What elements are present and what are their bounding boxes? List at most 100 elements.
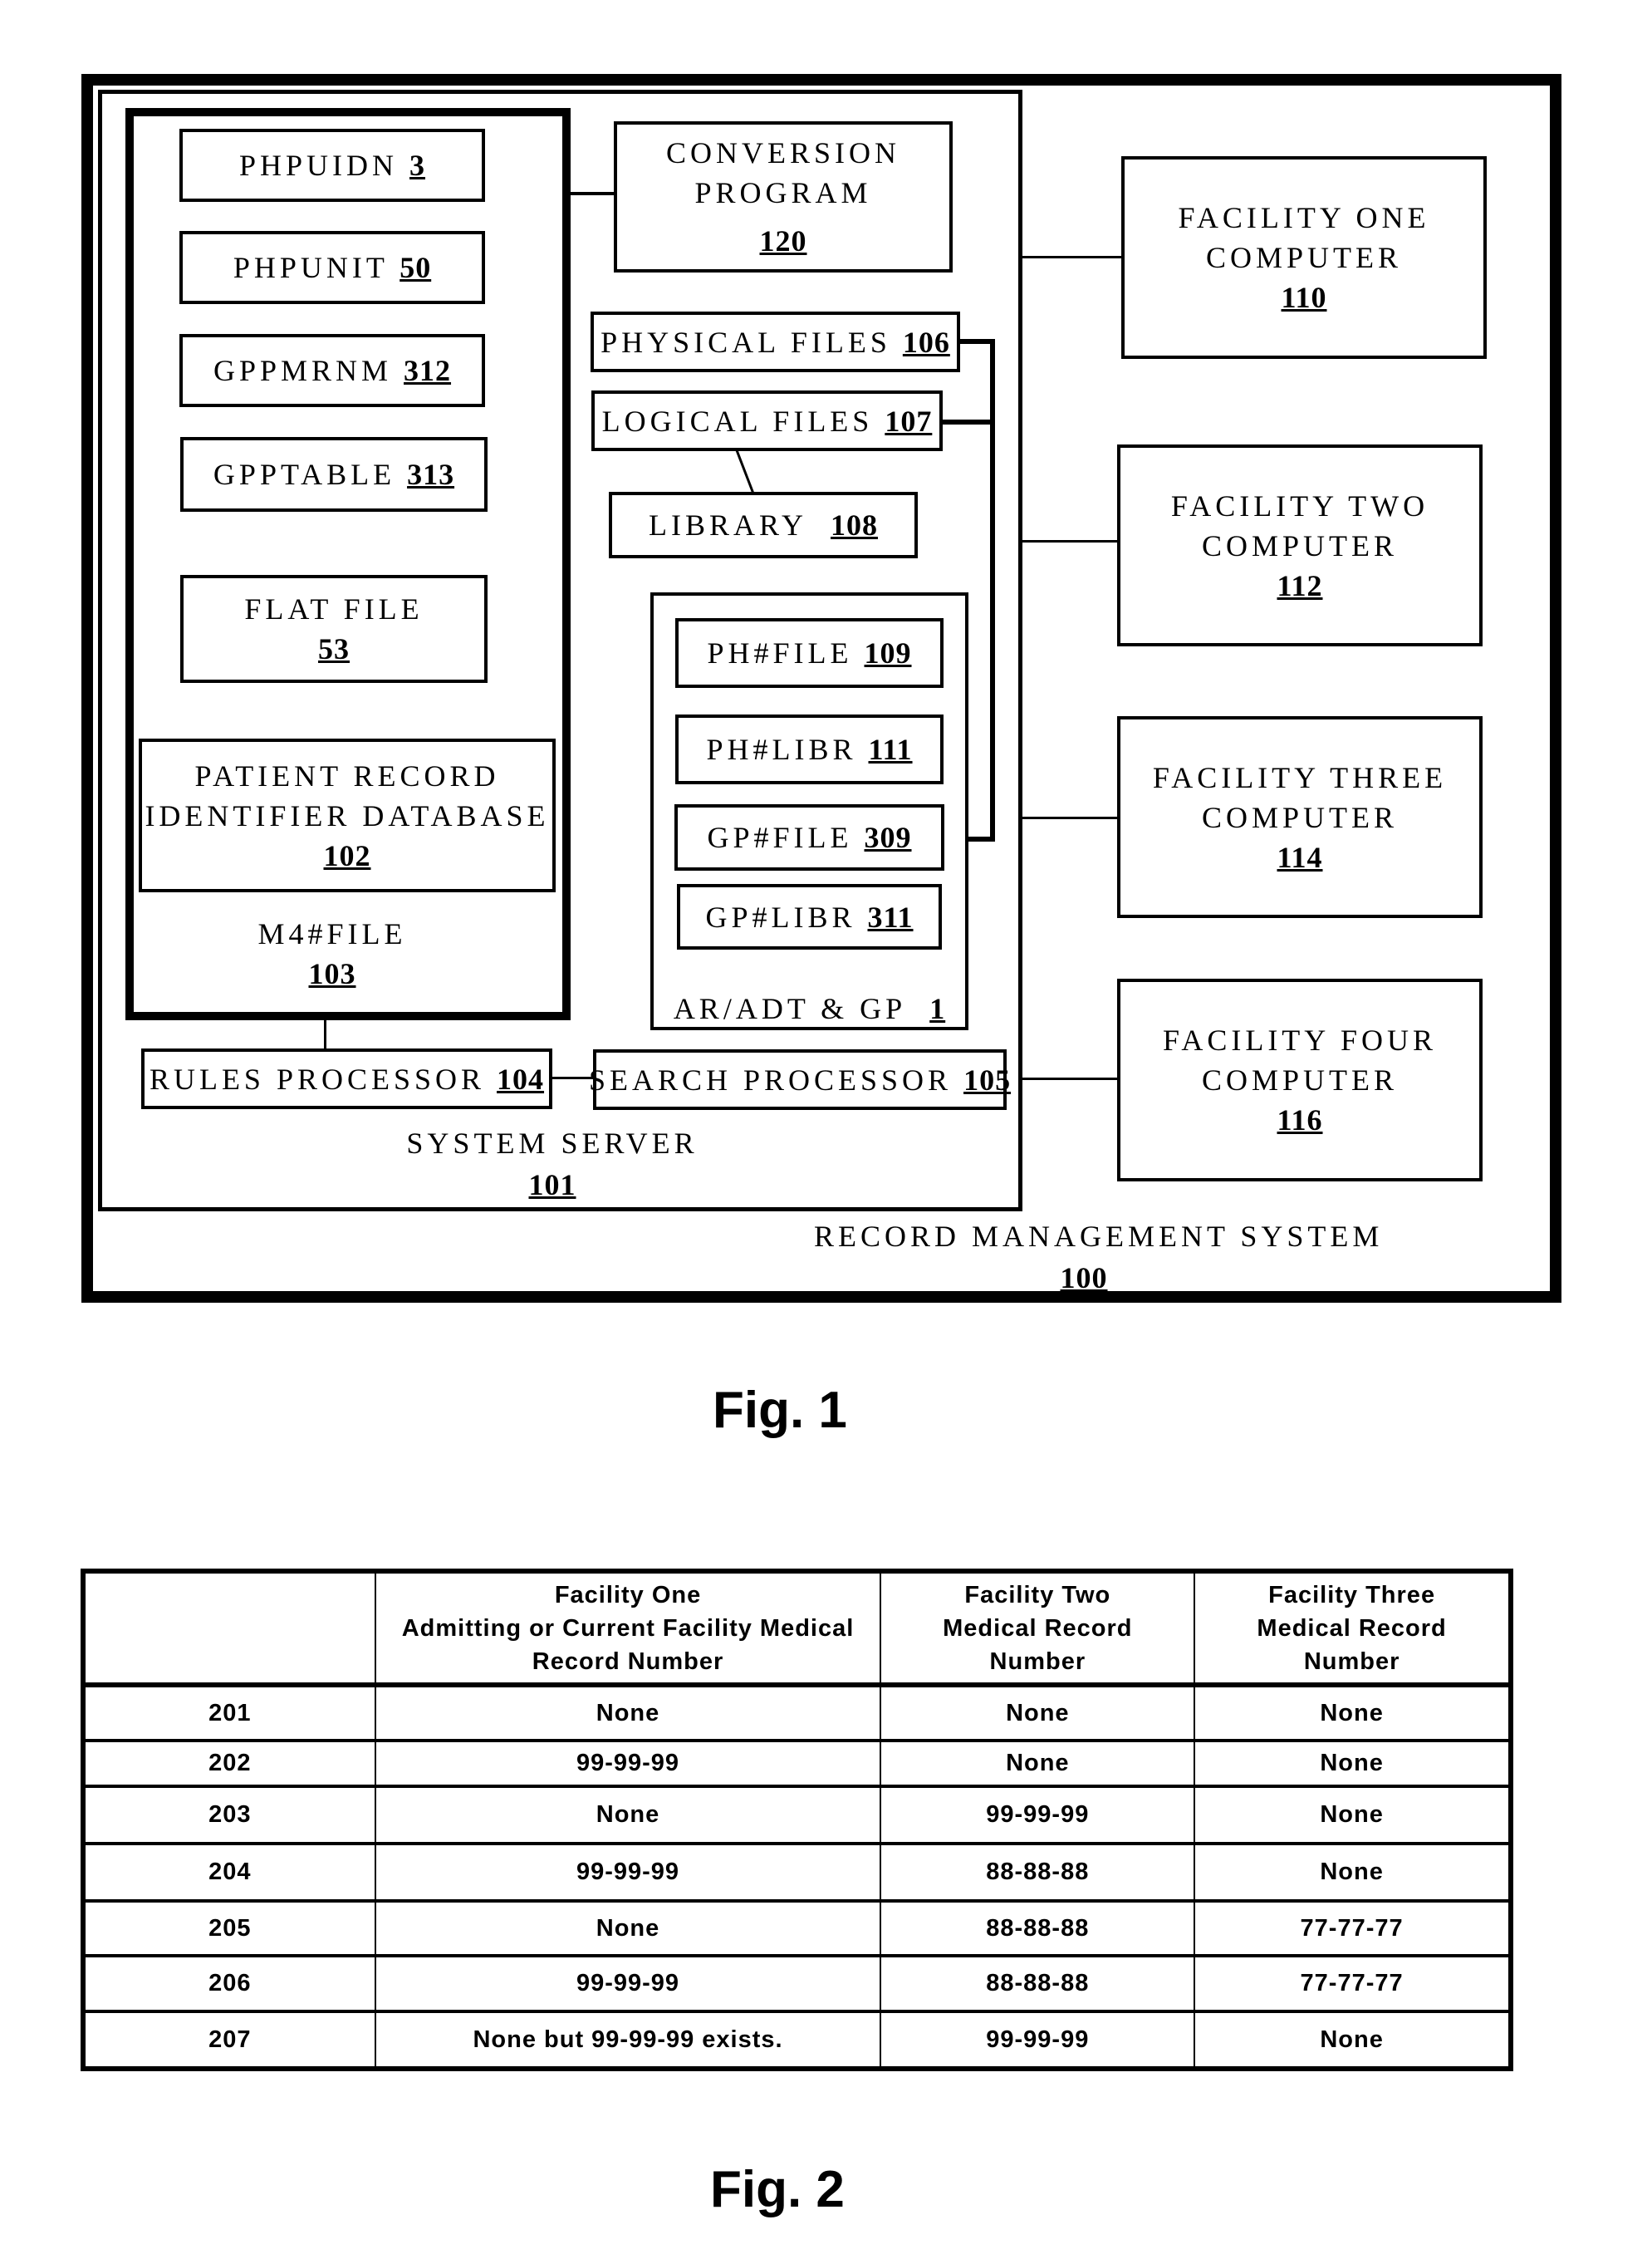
bracket-logical xyxy=(943,420,995,425)
gp-file-box: GP#FILE 309 xyxy=(674,804,944,871)
search-processor-box: SEARCH PROCESSOR 105 xyxy=(589,1049,1010,1110)
figure-2-caption: Fig. 2 xyxy=(710,2161,845,2218)
patient-db-ref: 102 xyxy=(323,838,371,872)
column-header-line: Medical Record xyxy=(1257,1614,1447,1642)
gp-libr-label: GP#LIBR xyxy=(705,900,856,934)
gp-libr-box: GP#LIBR 311 xyxy=(677,884,942,950)
library-label: LIBRARY xyxy=(648,508,808,542)
search-processor-ref: 105 xyxy=(963,1063,1012,1097)
facility-four-line1: FACILITY FOUR xyxy=(1162,1024,1437,1057)
record-number-cell: 99-99-99 xyxy=(374,1842,882,1903)
conversion-ref: 120 xyxy=(759,224,807,258)
record-number-cell: None xyxy=(880,1739,1196,1788)
gpptable-box: GPPTABLE 313 xyxy=(180,437,488,512)
facility-three-box: FACILITY THREE COMPUTER 114 xyxy=(1117,716,1483,918)
column-header-line: Record Number xyxy=(532,1648,724,1675)
physical-files-ref: 106 xyxy=(902,325,950,359)
row-id-cell: 204 xyxy=(82,1842,376,1903)
ar-adt-caption: AR/ADT & GP 1 xyxy=(650,989,968,1029)
table-row: 206 99-99-99 88-88-88 77-77-77 xyxy=(82,1954,1512,2013)
column-header-line: Number xyxy=(1303,1648,1400,1675)
record-number-cell: None xyxy=(374,1899,882,1957)
phpunit-ref: 50 xyxy=(400,251,432,284)
conversion-line2: PROGRAM xyxy=(694,176,872,209)
library-ref: 108 xyxy=(831,508,879,542)
record-management-caption: RECORD MANAGEMENT SYSTEM 100 xyxy=(814,1215,1379,1298)
row-id-cell: 205 xyxy=(82,1899,376,1957)
connector-m4-conversion xyxy=(571,192,614,195)
ph-libr-label: PH#LIBR xyxy=(706,733,857,766)
column-header: Facility One Admitting or Current Facilit… xyxy=(374,1569,882,1687)
facility-two-ref: 112 xyxy=(1277,568,1323,602)
flat-file-ref: 53 xyxy=(318,632,350,665)
facility-two-line1: FACILITY TWO xyxy=(1170,489,1429,523)
rules-processor-ref: 104 xyxy=(497,1062,545,1096)
connector-m4-rules xyxy=(324,1020,326,1048)
physical-files-box: PHYSICAL FILES 106 xyxy=(591,312,960,372)
record-number-cell: None xyxy=(374,1683,882,1742)
gp-file-ref: 309 xyxy=(864,821,912,854)
record-number-cell: None but 99-99-99 exists. xyxy=(374,2010,882,2070)
row-id-cell: 203 xyxy=(82,1785,376,1845)
column-header-line: Number xyxy=(989,1648,1086,1675)
table-row: 207 None but 99-99-99 exists. 99-99-99 None xyxy=(82,2010,1512,2070)
table-row: 201 None None None xyxy=(82,1683,1512,1742)
record-number-cell: None xyxy=(1194,2010,1512,2070)
ph-file-box: PH#FILE 109 xyxy=(675,618,944,688)
record-number-cell: 88-88-88 xyxy=(880,1954,1196,2013)
conversion-program-box: CONVERSION PROGRAM 120 xyxy=(614,121,953,273)
record-number-cell: None xyxy=(1194,1739,1512,1788)
ph-libr-ref: 111 xyxy=(868,733,913,766)
record-number-cell: None xyxy=(1194,1683,1512,1742)
row-id-cell: 206 xyxy=(82,1954,376,2013)
library-box: LIBRARY 108 xyxy=(609,492,918,558)
gp-file-label: GP#FILE xyxy=(707,821,853,854)
record-number-cell: None xyxy=(374,1785,882,1845)
column-header: Facility Three Medical Record Number xyxy=(1194,1569,1512,1687)
column-header-line: Facility One xyxy=(554,1581,702,1608)
bracket-vertical xyxy=(990,339,995,842)
record-management-ref: 100 xyxy=(1060,1261,1108,1294)
rules-processor-label: RULES PROCESSOR xyxy=(149,1062,486,1096)
system-server-ref: 101 xyxy=(528,1168,576,1201)
patient-db-line2: IDENTIFIER DATABASE xyxy=(145,798,550,832)
column-header-line: Admitting or Current Facility Medical xyxy=(401,1614,855,1642)
gppmrnm-box: GPPMRNM 312 xyxy=(179,334,485,407)
patient-db-line1: PATIENT RECORD xyxy=(194,759,500,793)
ar-adt-ref: 1 xyxy=(929,992,946,1025)
column-header: Facility Two Medical Record Number xyxy=(880,1569,1196,1687)
record-number-cell: 99-99-99 xyxy=(374,1739,882,1788)
bracket-gpfile xyxy=(968,837,995,842)
column-header-line: Medical Record xyxy=(943,1614,1133,1642)
row-id-cell: 207 xyxy=(82,2010,376,2070)
facility-one-ref: 110 xyxy=(1281,281,1327,314)
logical-files-label: LOGICAL FILES xyxy=(601,404,874,438)
m4-file-caption: M4#FILE 103 xyxy=(133,914,532,994)
column-header-line: Facility Two xyxy=(964,1581,1111,1608)
ph-file-label: PH#FILE xyxy=(707,636,853,670)
facility-three-line1: FACILITY THREE xyxy=(1152,760,1448,794)
row-id-cell: 201 xyxy=(82,1683,376,1742)
medical-record-table: Facility One Admitting or Current Facilit… xyxy=(81,1569,1513,2071)
connector-facility-four xyxy=(1022,1078,1117,1080)
gpptable-label: GPPTABLE xyxy=(213,458,396,491)
record-number-cell: None xyxy=(1194,1785,1512,1845)
figure-1-caption: Fig. 1 xyxy=(713,1382,847,1439)
connector-rules-search xyxy=(552,1077,593,1079)
system-server-caption: SYSTEM SERVER 101 xyxy=(349,1122,756,1205)
facility-three-line2: COMPUTER xyxy=(1201,800,1399,834)
phpunit-box: PHPUNIT 50 xyxy=(179,231,485,304)
connector-facility-two xyxy=(1022,540,1117,543)
phpuidn-box: PHPUIDN 3 xyxy=(179,129,485,202)
record-number-cell: 77-77-77 xyxy=(1194,1954,1512,2013)
facility-two-box: FACILITY TWO COMPUTER 112 xyxy=(1117,444,1483,646)
connector-logical-library xyxy=(735,449,755,494)
gppmrnm-label: GPPMRNM xyxy=(213,354,393,387)
table-row: 202 99-99-99 None None xyxy=(82,1739,1512,1788)
ar-adt-label: AR/ADT & GP xyxy=(673,992,907,1025)
record-number-cell: 77-77-77 xyxy=(1194,1899,1512,1957)
logical-files-ref: 107 xyxy=(885,404,933,438)
table-header-row: Facility One Admitting or Current Facilit… xyxy=(82,1569,1512,1687)
ph-file-ref: 109 xyxy=(864,636,912,670)
connector-facility-one xyxy=(1022,256,1121,258)
